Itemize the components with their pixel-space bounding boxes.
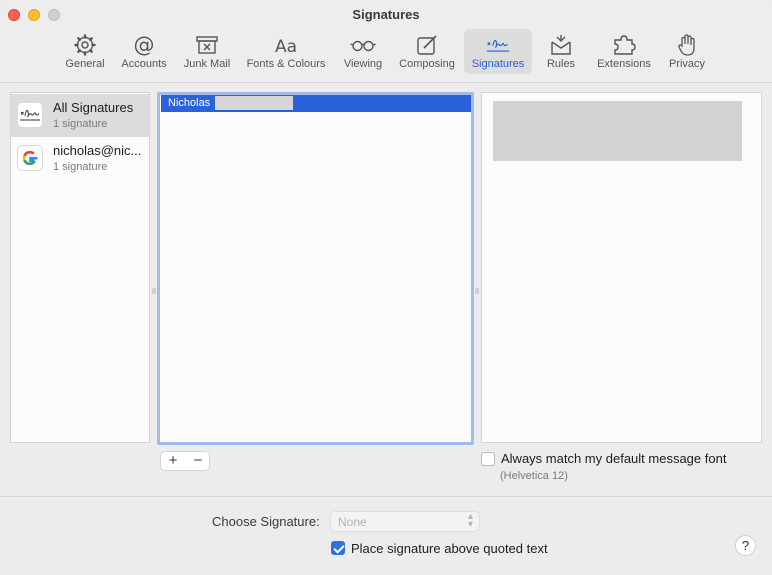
toolbar-junk-mail[interactable]: Junk Mail (178, 29, 236, 74)
always-match-font-checkbox[interactable] (481, 452, 495, 466)
place-above-quoted-label: Place signature above quoted text (351, 541, 548, 556)
toolbar-label: Composing (399, 58, 455, 70)
toolbar-viewing[interactable]: Viewing (337, 29, 389, 74)
always-match-font-label: Always match my default message font (501, 451, 727, 466)
account-signature-count: 1 signature (53, 161, 108, 173)
toolbar-label: Accounts (121, 58, 167, 70)
toolbar-signatures[interactable]: Signatures (464, 29, 532, 74)
junk-mail-icon (196, 36, 218, 54)
choose-signature-select[interactable]: None ▴ ▾ (330, 511, 480, 532)
toolbar-label: Extensions (597, 58, 651, 70)
list-item-google-account[interactable]: nicholas@nic... 1 signature (11, 137, 149, 180)
remove-signature-button[interactable]: − (186, 452, 210, 470)
account-name: nicholas@nic... (53, 143, 142, 158)
fonts-icon: Aa (275, 37, 297, 57)
rules-icon (551, 35, 571, 55)
split-handle[interactable] (475, 288, 479, 294)
toolbar-extensions[interactable]: Extensions (591, 29, 657, 74)
hand-icon (678, 34, 695, 56)
signatures-pane: All Signatures 1 signature nicholas@nic.… (0, 83, 772, 496)
accounts-list: All Signatures 1 signature nicholas@nic.… (10, 92, 150, 443)
signature-preview[interactable] (481, 92, 762, 443)
window-title: Signatures (352, 7, 420, 22)
toolbar-composing[interactable]: Composing (394, 29, 460, 74)
account-name: All Signatures (53, 100, 134, 115)
toolbar-label: Signatures (471, 58, 525, 70)
split-handle[interactable] (152, 288, 156, 294)
toolbar-fonts-colours[interactable]: Aa Fonts & Colours (241, 29, 331, 74)
list-item-all-signatures[interactable]: All Signatures 1 signature (11, 94, 149, 137)
svg-text:@: @ (134, 33, 155, 57)
toolbar-accounts[interactable]: @ Accounts (116, 29, 172, 74)
toolbar-label: Fonts & Colours (246, 58, 326, 70)
at-icon: @ (134, 33, 155, 57)
toolbar-label: Rules (546, 58, 576, 70)
signature-name: Nicholas (168, 97, 211, 109)
google-icon (17, 145, 43, 171)
choose-signature-label: Choose Signature: (212, 514, 320, 529)
glasses-icon (350, 40, 376, 52)
chevron-updown-icon: ▴ ▾ (467, 511, 473, 530)
default-font-note: (Helvetica 12) (500, 470, 568, 482)
fonts-glyph: Aa (275, 37, 297, 57)
choose-signature-value: None (338, 515, 367, 529)
compose-icon (417, 35, 437, 55)
list-item-signature[interactable]: Nicholas (161, 95, 471, 112)
preferences-window: Signatures General @ Accounts Junk Mail … (0, 0, 772, 575)
divider (0, 496, 772, 497)
help-button[interactable]: ? (735, 535, 756, 556)
redacted-text (215, 96, 293, 110)
toolbar-privacy[interactable]: Privacy (664, 29, 710, 74)
signatures-list: Nicholas (157, 92, 474, 445)
add-remove-control: + − (160, 451, 210, 471)
gear-icon (74, 34, 96, 56)
redacted-signature-content (493, 101, 742, 161)
account-signature-count: 1 signature (53, 118, 108, 130)
toolbar-label: General (65, 58, 105, 70)
toolbar-label: Junk Mail (183, 58, 231, 70)
place-above-quoted-checkbox[interactable] (331, 541, 345, 555)
add-signature-button[interactable]: + (161, 452, 185, 470)
toolbar-label: Privacy (668, 58, 706, 70)
toolbar-label: Viewing (343, 58, 383, 70)
signature-icon (486, 39, 510, 52)
toolbar-rules[interactable]: Rules (538, 29, 584, 74)
title-bar: Signatures General @ Accounts Junk Mail … (0, 0, 772, 83)
toolbar-general[interactable]: General (59, 29, 111, 74)
signature-icon (17, 102, 43, 128)
puzzle-icon (614, 35, 636, 55)
